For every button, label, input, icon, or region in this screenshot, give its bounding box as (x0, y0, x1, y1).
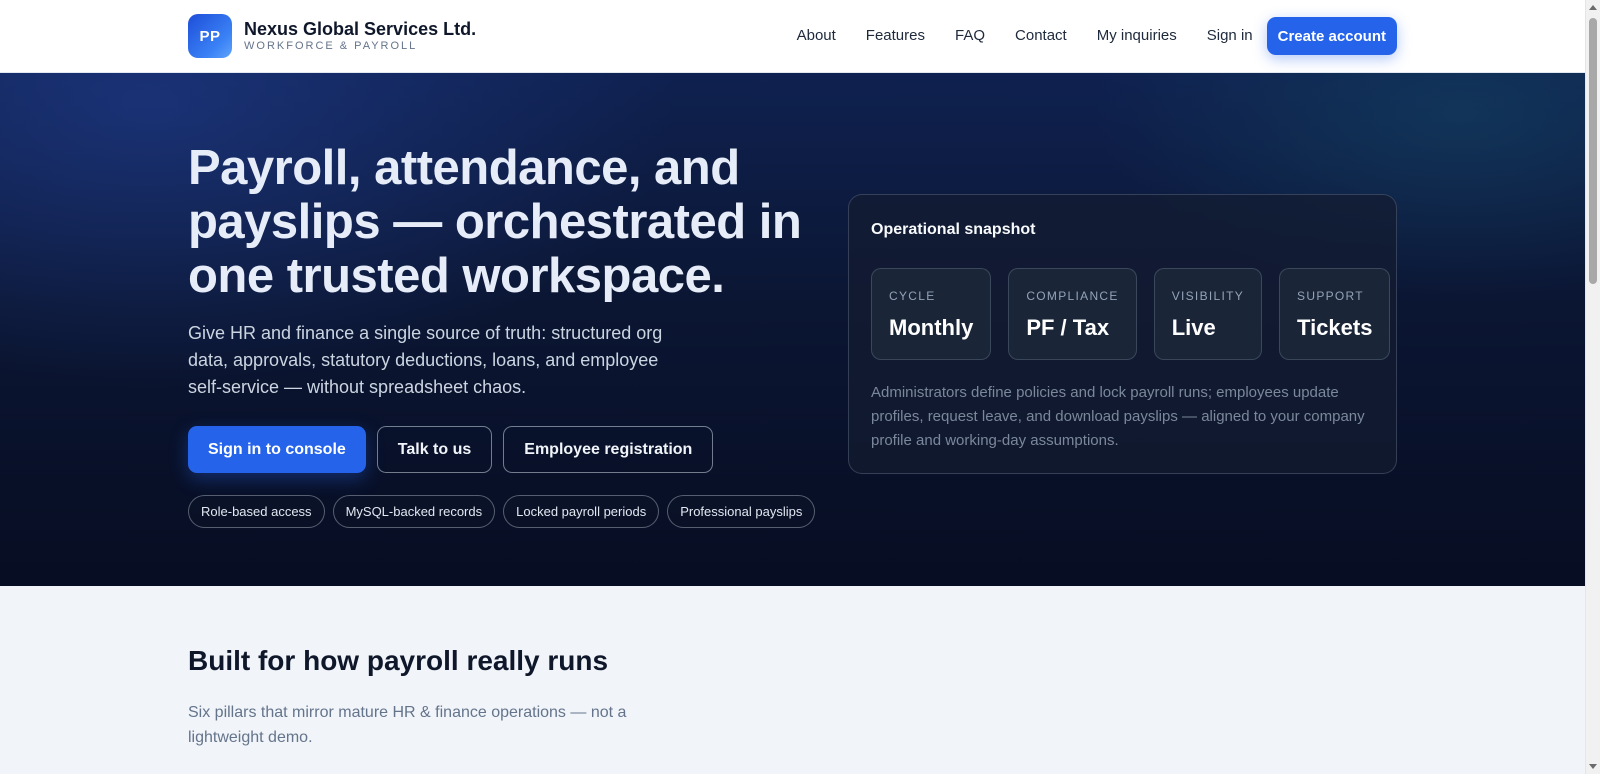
main-nav: About Features FAQ Contact My inquiries … (797, 17, 1397, 55)
sign-in-console-button[interactable]: Sign in to console (188, 426, 366, 473)
operational-snapshot-card: Operational snapshot CYCLE Monthly COMPL… (848, 194, 1397, 474)
scrollbar-thumb[interactable] (1589, 18, 1597, 284)
stat-label: VISIBILITY (1171, 289, 1245, 303)
site-header: PP Nexus Global Services Ltd. WORKFORCE … (0, 0, 1585, 73)
stat-value: Tickets (1297, 315, 1373, 340)
employee-registration-button[interactable]: Employee registration (503, 426, 714, 473)
nav-faq[interactable]: FAQ (955, 17, 985, 55)
snapshot-title: Operational snapshot (871, 221, 1036, 238)
pill-locked-payroll: Locked payroll periods (503, 495, 660, 528)
scroll-up-arrow-icon[interactable] (1589, 5, 1597, 10)
brand-name: Nexus Global Services Ltd. (244, 19, 477, 39)
page-viewport: PP Nexus Global Services Ltd. WORKFORCE … (0, 0, 1585, 774)
stat-label: CYCLE (889, 289, 936, 303)
nav-features[interactable]: Features (866, 17, 925, 55)
stat-cycle: CYCLE Monthly (871, 268, 992, 360)
stat-value: Live (1171, 315, 1216, 340)
brand[interactable]: PP Nexus Global Services Ltd. WORKFORCE … (188, 14, 476, 58)
stat-visibility: VISIBILITY Live (1153, 268, 1263, 360)
feature-pills: Role-based access MySQL-backed records L… (188, 495, 823, 528)
talk-to-us-button[interactable]: Talk to us (376, 426, 493, 473)
scroll-down-arrow-icon[interactable] (1589, 764, 1597, 769)
hero-description: Give HR and finance a single source of t… (188, 323, 663, 397)
pill-mysql-records: MySQL-backed records (332, 495, 496, 528)
features-section-description: Six pillars that mirror mature HR & fina… (188, 704, 627, 746)
stat-compliance: COMPLIANCE PF / Tax (1008, 268, 1137, 360)
create-account-button[interactable]: Create account (1266, 17, 1397, 55)
features-section-title: Built for how payroll really runs (188, 645, 609, 676)
stat-value: Monthly (889, 315, 974, 340)
hero-cta-row: Sign in to console Talk to us Employee r… (188, 426, 714, 473)
stat-support: SUPPORT Tickets (1279, 268, 1391, 360)
pill-role-based-access: Role-based access (188, 495, 325, 528)
nav-my-inquiries[interactable]: My inquiries (1097, 17, 1177, 55)
snapshot-description: Administrators define policies and lock … (871, 384, 1365, 449)
hero-section: Payroll, attendance, and payslips — orch… (0, 73, 1585, 586)
brand-logo: PP (188, 14, 232, 58)
pill-professional-payslips: Professional payslips (667, 495, 816, 528)
snapshot-stats: CYCLE Monthly COMPLIANCE PF / Tax VISIBI… (871, 268, 1391, 360)
page-scrollbar[interactable] (1585, 0, 1600, 774)
hero-title: Payroll, attendance, and payslips — orch… (188, 141, 802, 303)
brand-text: Nexus Global Services Ltd. WORKFORCE & P… (244, 19, 476, 53)
nav-about[interactable]: About (797, 17, 836, 55)
stat-label: SUPPORT (1297, 289, 1364, 303)
nav-sign-in[interactable]: Sign in (1207, 17, 1253, 55)
stat-value: PF / Tax (1026, 315, 1110, 340)
nav-contact[interactable]: Contact (1015, 17, 1067, 55)
stat-label: COMPLIANCE (1026, 289, 1119, 303)
brand-tagline: WORKFORCE & PAYROLL (244, 40, 418, 52)
